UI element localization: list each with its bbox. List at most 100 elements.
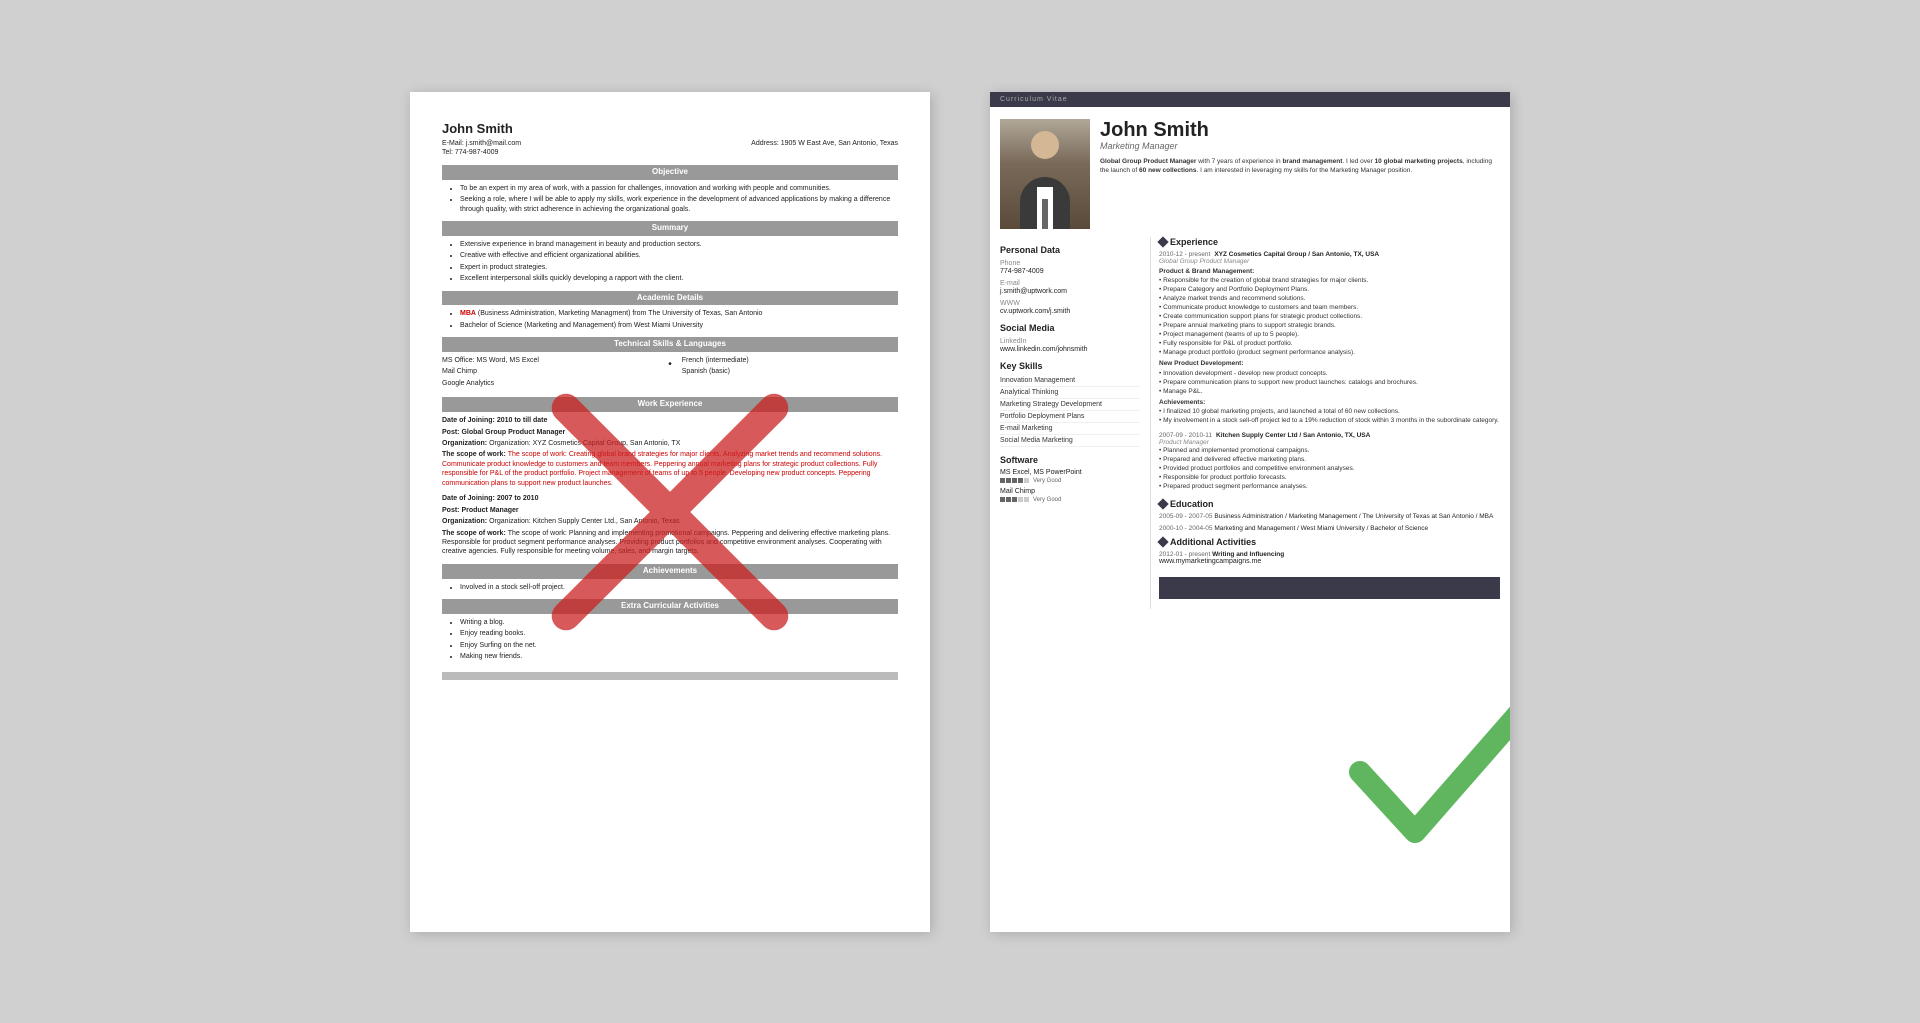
list-item: Excellent interpersonal skills quickly d… — [460, 274, 898, 283]
edu-item-1: 2005-09 - 2007-05 Business Administratio… — [1159, 513, 1500, 520]
www-value: cv.uptwork.com/j.smith — [1000, 308, 1140, 315]
list-item: Making new friends. — [460, 652, 898, 661]
edu-item-2: 2000-10 - 2004-05 Marketing and Manageme… — [1159, 525, 1500, 532]
list-item: • Prepared product segment performance a… — [1159, 482, 1500, 491]
bad-achievements-list: Involved in a stock sell-off project. — [442, 583, 898, 592]
dot-empty — [1024, 478, 1029, 483]
good-footer-bar — [1159, 577, 1500, 599]
diamond-icon — [1157, 236, 1168, 247]
bad-technical-header: Technical Skills & Languages — [442, 337, 898, 352]
email-label: E-mail — [1000, 280, 1140, 287]
summary-bold-3: 10 global marketing projects — [1375, 158, 1463, 165]
list-item: To be an expert in my area of work, with… — [460, 184, 898, 193]
list-item: • Manage P&L. — [1159, 387, 1500, 396]
list-item: • Planned and implemented promotional ca… — [1159, 446, 1500, 455]
bad-contact-left: E-Mail: j.smith@mail.com Tel: 774-987-40… — [442, 139, 521, 158]
job1-org: Organization: Organization: XYZ Cosmetic… — [442, 439, 898, 448]
summary-bold-2: brand management — [1282, 158, 1342, 165]
list-item: • Prepare communication plans to support… — [1159, 378, 1500, 387]
list-item: • Project management (teams of up to 5 p… — [1159, 330, 1500, 339]
diamond-edu-icon — [1157, 498, 1168, 509]
cv-label: Curriculum Vitae — [990, 92, 1510, 107]
phone-value: 774-987-4009 — [1000, 268, 1140, 275]
additional-date-1: 2012-01 - present — [1159, 551, 1210, 558]
bad-skills-right: French (intermediate) Spanish (basic) — [682, 356, 898, 379]
bad-objective-header: Objective — [442, 165, 898, 180]
bad-resume-name: John Smith — [442, 120, 898, 138]
edu-date-1: 2005-09 - 2007-05 — [1159, 513, 1213, 520]
key-skills-title: Key Skills — [1000, 361, 1140, 371]
software-level-2: Very Good — [1033, 497, 1061, 503]
good-summary: Global Group Product Manager with 7 year… — [1100, 157, 1500, 175]
job2-scope: The scope of work: The scope of work: Pl… — [442, 529, 898, 557]
phone-label: Phone — [1000, 260, 1140, 267]
skill-item: Analytical Thinking — [1000, 387, 1140, 399]
list-item: • Innovation development - develop new p… — [1159, 369, 1500, 378]
bad-achievements-header: Achievements — [442, 564, 898, 579]
software-name-2: Mail Chimp — [1000, 488, 1140, 495]
bad-resume-contact: E-Mail: j.smith@mail.com Tel: 774-987-40… — [442, 139, 898, 158]
list-item: Spanish (basic) — [682, 367, 898, 376]
exp-job2-role: Product Manager — [1159, 439, 1500, 446]
list-item: Extensive experience in brand management… — [460, 240, 898, 249]
list-item: Bachelor of Science (Marketing and Manag… — [460, 321, 898, 330]
bad-objective-list: To be an expert in my area of work, with… — [442, 184, 898, 214]
additional-title-1: Writing and Influencing — [1212, 551, 1284, 558]
list-item: • Responsible for product portfolio fore… — [1159, 473, 1500, 482]
good-job-title: Marketing Manager — [1100, 141, 1500, 151]
job2-org: Organization: Organization: Kitchen Supp… — [442, 517, 898, 526]
exp-job1-date-row: 2010-12 - present XYZ Cosmetics Capital … — [1159, 251, 1500, 258]
job2-post: Post: Product Manager — [442, 506, 898, 515]
good-left-col: Personal Data Phone 774-987-4009 E-mail … — [990, 237, 1150, 609]
exp-job2-company: Kitchen Supply Center Ltd / San Antonio,… — [1216, 432, 1370, 439]
software-item-1: MS Excel, MS PowerPoint Very Good — [1000, 469, 1140, 484]
list-item: • I finalized 10 global marketing projec… — [1159, 407, 1500, 416]
bad-tel: Tel: 774-987-4009 — [442, 148, 521, 157]
software-dots-2 — [1000, 497, 1029, 502]
bad-resume: John Smith E-Mail: j.smith@mail.com Tel:… — [410, 92, 930, 932]
summary-bold-4: 60 new collections — [1139, 167, 1196, 174]
dot-empty — [1024, 497, 1029, 502]
list-item: Expert in product strategies. — [460, 263, 898, 272]
linkedin-value: www.linkedin.com/johnsmith — [1000, 346, 1140, 353]
software-bar-2: Very Good — [1000, 497, 1140, 503]
job1-date: Date of Joining: 2010 to till date — [442, 416, 898, 425]
dot — [1006, 478, 1011, 483]
education-title: Education — [1170, 499, 1214, 509]
photo-inner — [1000, 119, 1090, 229]
exp-job2-date-row: 2007-09 - 2010-11 Kitchen Supply Center … — [1159, 432, 1500, 439]
edu-detail-1: Business Administration / Marketing Mana… — [1214, 513, 1493, 520]
dot — [1012, 478, 1017, 483]
list-item: • Manage product portfolio (product segm… — [1159, 348, 1500, 357]
software-bar-1: Very Good — [1000, 478, 1140, 484]
exp-job1-subhead-2: New Product Development: — [1159, 359, 1500, 368]
bad-skills-left: MS Office: MS Word, MS Excel Mail Chimp … — [442, 356, 658, 390]
good-top-section: John Smith Marketing Manager Global Grou… — [990, 107, 1510, 237]
list-item: MBA (Business Administration, Marketing … — [460, 309, 898, 318]
summary-bold-1: Global Group Product Manager — [1100, 158, 1196, 165]
job1-scope: The scope of work: The scope of work: Cr… — [442, 450, 898, 488]
exp-job1-role: Global Group Product Manager — [1159, 258, 1500, 265]
edu-date-2: 2000-10 - 2004-05 — [1159, 525, 1213, 532]
list-item: Seeking a role, where I will be able to … — [460, 195, 898, 214]
software-name-1: MS Excel, MS PowerPoint — [1000, 469, 1140, 476]
dot-empty — [1018, 497, 1023, 502]
bad-address: Address: 1905 W East Ave, San Antonio, T… — [751, 139, 898, 158]
additional-title: Additional Activities — [1170, 537, 1256, 547]
bad-work-header: Work Experience — [442, 397, 898, 412]
check-mark-icon — [1340, 672, 1510, 872]
list-item: • Communicate product knowledge to custo… — [1159, 303, 1500, 312]
list-item: • Responsible for the creation of global… — [1159, 276, 1500, 285]
list-item: • Analyze market trends and recommend so… — [1159, 294, 1500, 303]
job1-post: Post: Global Group Product Manager — [442, 428, 898, 437]
dot — [1006, 497, 1011, 502]
exp-job1-bullets-1: • Responsible for the creation of global… — [1159, 276, 1500, 358]
social-media-title: Social Media — [1000, 323, 1140, 333]
bullet-divider: • — [668, 356, 672, 372]
bad-job-2: Date of Joining: 2007 to 2010 Post: Prod… — [442, 494, 898, 557]
list-item: • Prepared and delivered effective marke… — [1159, 455, 1500, 464]
person-head — [1031, 131, 1059, 159]
bad-summary-list: Extensive experience in brand management… — [442, 240, 898, 284]
skill-item: Marketing Strategy Development — [1000, 399, 1140, 411]
dot — [1018, 478, 1023, 483]
